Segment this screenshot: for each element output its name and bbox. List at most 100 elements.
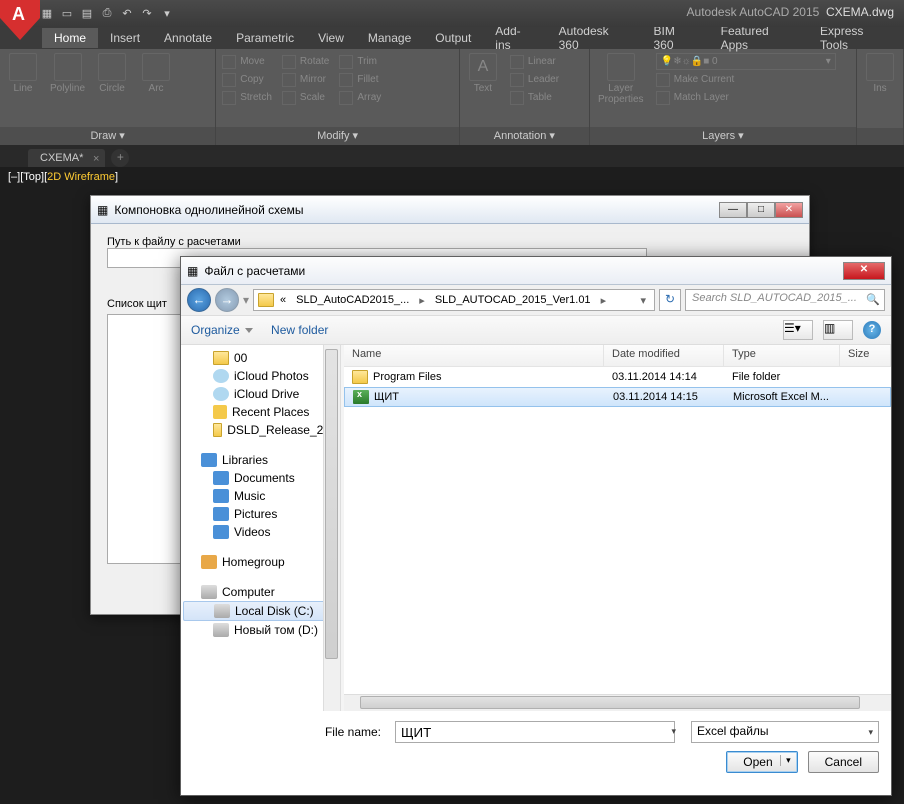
nav-icloud-drive[interactable]: iCloud Drive bbox=[183, 385, 338, 403]
leader[interactable]: Leader bbox=[510, 71, 559, 88]
qat-redo-icon[interactable]: ↷ bbox=[138, 5, 156, 23]
nav-recent-places[interactable]: Recent Places bbox=[183, 403, 338, 421]
move-tool[interactable]: Move bbox=[222, 53, 272, 70]
panel-title-draw[interactable]: Draw ▾ bbox=[0, 127, 215, 145]
file-row-shield[interactable]: ЩИТ 03.11.2014 14:15 Microsoft Excel M..… bbox=[344, 387, 891, 407]
trim-tool[interactable]: Trim bbox=[339, 53, 381, 70]
help-icon[interactable]: ? bbox=[863, 321, 881, 339]
new-doc-tab[interactable]: + bbox=[111, 149, 129, 167]
file-dialog-titlebar[interactable]: ▦ Файл с расчетами ✕ bbox=[181, 257, 891, 285]
breadcrumb-overflow[interactable]: « bbox=[276, 293, 290, 307]
qat-save-icon[interactable]: ▤ bbox=[78, 5, 96, 23]
text-tool[interactable]: AText bbox=[466, 53, 500, 94]
nav-new-volume-d[interactable]: Новый том (D:) bbox=[183, 621, 338, 639]
close-doc-icon[interactable]: × bbox=[93, 153, 99, 165]
circle-tool[interactable]: Circle bbox=[95, 53, 129, 94]
breadcrumb-seg-2[interactable]: SLD_AUTOCAD_2015_Ver1.01 bbox=[431, 293, 595, 307]
nav-icloud-photos[interactable]: iCloud Photos bbox=[183, 367, 338, 385]
qat-more-icon[interactable]: ▾ bbox=[158, 5, 176, 23]
qat-undo-icon[interactable]: ↶ bbox=[118, 5, 136, 23]
open-button[interactable]: Open bbox=[726, 751, 797, 773]
view-mode-button[interactable]: ☰▾ bbox=[783, 320, 813, 340]
compose-titlebar[interactable]: ▦ Компоновка однолинейной схемы — □ ✕ bbox=[91, 196, 809, 224]
new-folder-button[interactable]: New folder bbox=[271, 323, 328, 337]
visual-style-label[interactable]: 2D Wireframe bbox=[47, 171, 115, 183]
refresh-button[interactable]: ↻ bbox=[659, 289, 681, 311]
match-layer[interactable]: Match Layer bbox=[656, 89, 846, 106]
layer-dropdown[interactable]: 💡❄☼🔒■ 0▾ bbox=[656, 53, 836, 70]
tab-output[interactable]: Output bbox=[423, 28, 483, 48]
viewport-label[interactable]: [–][Top][2D Wireframe] bbox=[8, 171, 118, 183]
tab-manage[interactable]: Manage bbox=[356, 28, 423, 48]
doc-tab-cxema[interactable]: CXEMA*× bbox=[28, 149, 105, 167]
col-name[interactable]: Name bbox=[344, 345, 604, 366]
preview-pane-button[interactable]: ▥ bbox=[823, 320, 853, 340]
path-label: Путь к файлу с расчетами bbox=[107, 236, 793, 248]
tab-annotate[interactable]: Annotate bbox=[152, 28, 224, 48]
list-h-scrollbar[interactable] bbox=[344, 694, 891, 711]
nav-scrollbar[interactable] bbox=[323, 345, 340, 711]
tab-parametric[interactable]: Parametric bbox=[224, 28, 306, 48]
breadcrumb-dropdown-icon[interactable]: ▾ bbox=[636, 293, 650, 308]
array-tool[interactable]: Array bbox=[339, 89, 381, 106]
search-icon[interactable]: 🔍 bbox=[866, 293, 880, 306]
qat-new-icon[interactable]: ▦ bbox=[38, 5, 56, 23]
document-tabs: CXEMA*× + bbox=[0, 145, 904, 167]
linear-dim[interactable]: Linear bbox=[510, 53, 559, 70]
nav-00[interactable]: 00 bbox=[183, 349, 338, 367]
navigation-pane[interactable]: 00 iCloud Photos iCloud Drive Recent Pla… bbox=[181, 345, 341, 711]
nav-scroll-thumb[interactable] bbox=[325, 349, 338, 659]
table[interactable]: Table bbox=[510, 89, 559, 106]
file-toolbar: Organize New folder ☰▾ ▥ ? bbox=[181, 315, 891, 345]
col-date[interactable]: Date modified bbox=[604, 345, 724, 366]
nav-dsld-release[interactable]: DSLD_Release_20- bbox=[183, 421, 338, 439]
nav-pictures[interactable]: Pictures bbox=[183, 505, 338, 523]
close-icon[interactable]: ✕ bbox=[775, 202, 803, 218]
qat-open-icon[interactable]: ▭ bbox=[58, 5, 76, 23]
nav-back-button[interactable]: ← bbox=[187, 288, 211, 312]
nav-documents[interactable]: Documents bbox=[183, 469, 338, 487]
nav-videos[interactable]: Videos bbox=[183, 523, 338, 541]
qat-plot-icon[interactable]: ⎙ bbox=[98, 5, 116, 23]
search-input[interactable]: Search SLD_AUTOCAD_2015_... 🔍 bbox=[685, 289, 885, 311]
nav-homegroup[interactable]: Homegroup bbox=[183, 553, 338, 571]
panel-title-layers[interactable]: Layers ▾ bbox=[590, 127, 856, 145]
mirror-tool[interactable]: Mirror bbox=[282, 71, 329, 88]
maximize-icon[interactable]: □ bbox=[747, 202, 775, 218]
nav-forward-button[interactable]: → bbox=[215, 288, 239, 312]
polyline-tool[interactable]: Polyline bbox=[50, 53, 85, 94]
insert-panel[interactable]: Ins bbox=[863, 53, 897, 94]
layer-properties[interactable]: Layer Properties bbox=[596, 53, 646, 105]
col-type[interactable]: Type bbox=[724, 345, 840, 366]
breadcrumb[interactable]: « SLD_AutoCAD2015_...▸ SLD_AUTOCAD_2015_… bbox=[253, 289, 655, 311]
tab-home[interactable]: Home bbox=[42, 28, 98, 48]
col-size[interactable]: Size bbox=[840, 345, 891, 366]
file-dialog-close-icon[interactable]: ✕ bbox=[843, 262, 885, 280]
make-current[interactable]: Make Current bbox=[656, 71, 846, 88]
nav-computer[interactable]: Computer bbox=[183, 583, 338, 601]
line-tool[interactable]: Line bbox=[6, 53, 40, 94]
filename-history-dropdown[interactable]: ▾ bbox=[671, 726, 676, 737]
panel-title-annotation[interactable]: Annotation ▾ bbox=[460, 127, 589, 145]
fillet-tool[interactable]: Fillet bbox=[339, 71, 381, 88]
organize-menu[interactable]: Organize bbox=[191, 323, 253, 337]
nav-history-dropdown[interactable]: ▾ bbox=[243, 293, 249, 307]
nav-music[interactable]: Music bbox=[183, 487, 338, 505]
tab-view[interactable]: View bbox=[306, 28, 356, 48]
scale-tool[interactable]: Scale bbox=[282, 89, 329, 106]
list-h-scroll-thumb[interactable] bbox=[360, 696, 860, 709]
nav-local-disk-c[interactable]: Local Disk (C:) bbox=[183, 601, 338, 621]
nav-libraries[interactable]: Libraries bbox=[183, 451, 338, 469]
file-type-filter[interactable]: Excel файлы▾ bbox=[691, 721, 879, 743]
minimize-icon[interactable]: — bbox=[719, 202, 747, 218]
tab-insert[interactable]: Insert bbox=[98, 28, 152, 48]
breadcrumb-seg-1[interactable]: SLD_AutoCAD2015_... bbox=[292, 293, 413, 307]
filename-input[interactable] bbox=[395, 721, 675, 743]
arc-tool[interactable]: Arc bbox=[139, 53, 173, 94]
panel-title-modify[interactable]: Modify ▾ bbox=[216, 127, 459, 145]
copy-tool[interactable]: Copy bbox=[222, 71, 272, 88]
file-row-program-files[interactable]: Program Files 03.11.2014 14:14 File fold… bbox=[344, 367, 891, 387]
stretch-tool[interactable]: Stretch bbox=[222, 89, 272, 106]
cancel-button[interactable]: Cancel bbox=[808, 751, 879, 773]
rotate-tool[interactable]: Rotate bbox=[282, 53, 329, 70]
